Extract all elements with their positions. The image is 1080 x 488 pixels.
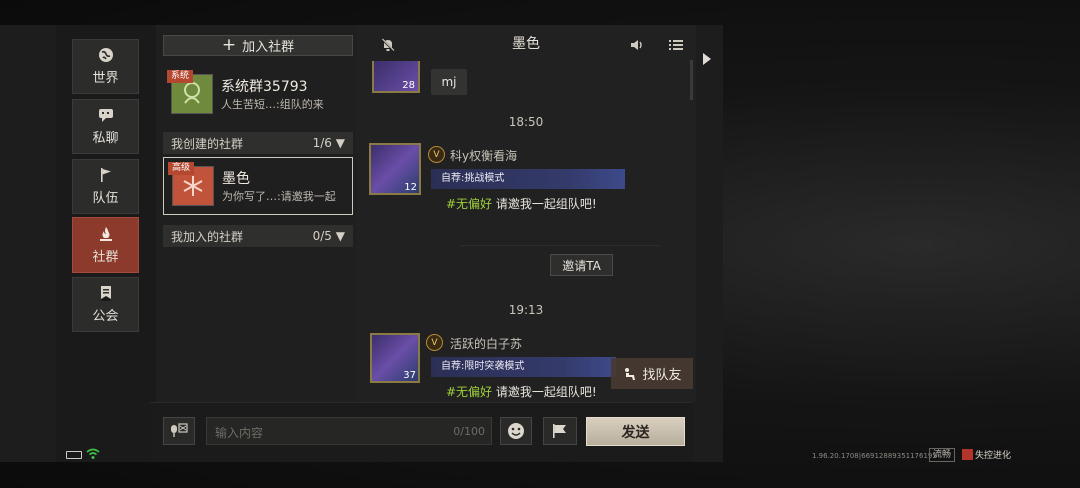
- sender-avatar[interactable]: 12: [369, 143, 421, 195]
- send-label: 发送: [621, 424, 650, 441]
- chat-icon: [98, 109, 113, 122]
- message-body: 请邀我一起组队吧!: [495, 385, 597, 399]
- sender-name[interactable]: 活跃的白子苏: [450, 335, 522, 352]
- mute-bell-button[interactable]: [378, 35, 398, 55]
- collapse-panel-button[interactable]: [700, 50, 714, 68]
- message-timestamp: 19:13: [508, 303, 544, 317]
- triangle-right-icon: [703, 53, 711, 65]
- sender-avatar[interactable]: 28: [372, 61, 420, 93]
- join-community-button[interactable]: + 加入社群: [163, 35, 353, 56]
- section-label: 我加入的社群: [171, 229, 244, 244]
- invite-button[interactable]: 邀请TA: [550, 254, 613, 276]
- member-list-button[interactable]: [666, 35, 686, 55]
- leaf-emblem-icon: [184, 82, 200, 104]
- send-button[interactable]: 发送: [586, 417, 685, 446]
- snowflake-icon: [183, 176, 203, 196]
- game-screen: 世界 私聊 队伍 社群 公会 + 加入社群 系统 系统群35793 人生苦短…:…: [0, 0, 1080, 488]
- fluency-badge: 流畅: [929, 448, 956, 462]
- message-input[interactable]: 输入内容 0/100: [206, 417, 492, 445]
- sender-name[interactable]: 科y权衡看海: [450, 147, 517, 164]
- divider: [460, 245, 660, 246]
- vip-badge-icon: V: [428, 146, 445, 163]
- triangle-down-icon: ▼: [335, 136, 345, 150]
- flag-share-icon: [553, 424, 566, 438]
- group-last-message: 为你写了…:请邀我一起: [222, 190, 336, 203]
- mode-recommendation-bar: 自荐:限时突袭模式: [431, 357, 616, 377]
- preference-hashtag[interactable]: #无偏好: [446, 197, 492, 211]
- nav-label: 队伍: [92, 191, 119, 206]
- mode-label: 自荐:挑战模式: [441, 173, 505, 184]
- nav-label: 世界: [92, 71, 119, 86]
- message-text: #无偏好 请邀我一起组队吧!: [446, 195, 597, 212]
- emoji-button[interactable]: [500, 417, 532, 445]
- flag-icon: [100, 168, 111, 182]
- preference-hashtag[interactable]: #无偏好: [446, 385, 492, 399]
- nav-tab-guild[interactable]: 公会: [72, 277, 139, 332]
- message-text: #无偏好 请邀我一起组队吧!: [446, 383, 597, 400]
- invite-label: 邀请TA: [562, 258, 601, 273]
- group-name: 系统群35793: [221, 79, 308, 95]
- voice-button[interactable]: [627, 35, 647, 55]
- input-placeholder: 输入内容: [215, 426, 264, 440]
- globe-icon: [98, 48, 113, 62]
- guild-banner-icon: [100, 286, 111, 301]
- nav-label: 公会: [92, 309, 119, 324]
- mode-label: 自荐:限时突袭模式: [441, 361, 525, 372]
- sender-avatar[interactable]: 37: [370, 333, 420, 383]
- nav-tab-team[interactable]: 队伍: [72, 159, 139, 214]
- seated-person-icon: [625, 367, 636, 380]
- version-string: 1.96.20.1708|66912889351176195: [812, 452, 937, 460]
- section-count: 1/6 ▼: [312, 136, 345, 150]
- nav-label: 私聊: [92, 131, 119, 146]
- vip-badge-icon: V: [426, 334, 443, 351]
- wifi-icon: [86, 448, 100, 459]
- find-teammate-button[interactable]: 找队友: [611, 358, 693, 389]
- group-item-system[interactable]: 系统 系统群35793 人生苦短…:组队的来: [163, 66, 353, 122]
- avatar-level: 12: [404, 182, 417, 193]
- section-label: 我创建的社群: [171, 136, 244, 151]
- share-button[interactable]: [543, 417, 577, 445]
- campfire-icon: [99, 226, 112, 241]
- nav-tab-private-chat[interactable]: 私聊: [72, 99, 139, 154]
- nav-tab-community[interactable]: 社群: [72, 217, 139, 273]
- message-body: 请邀我一起组队吧!: [495, 197, 597, 211]
- speaker-icon: [631, 40, 642, 50]
- bell-off-icon: [381, 38, 395, 52]
- voice-input-toggle-button[interactable]: [163, 417, 195, 445]
- joined-communities-header[interactable]: 我加入的社群 0/5 ▼: [163, 225, 353, 247]
- message-timestamp: 18:50: [508, 115, 544, 129]
- group-last-message: 人生苦短…:组队的来: [221, 98, 324, 111]
- triangle-down-icon: ▼: [335, 229, 345, 243]
- find-teammate-label: 找队友: [642, 368, 682, 383]
- group-name: 墨色: [222, 171, 250, 187]
- brand-mark-icon: [962, 449, 973, 460]
- avatar-level: 28: [402, 80, 415, 91]
- mode-recommendation-bar: 自荐:挑战模式: [431, 169, 625, 189]
- message-text: mj: [441, 75, 457, 89]
- nav-label: 社群: [92, 249, 119, 265]
- smiley-icon: [508, 423, 524, 439]
- created-communities-header[interactable]: 我创建的社群 1/6 ▼: [163, 132, 353, 154]
- list-icon: [669, 40, 683, 50]
- avatar-level: 37: [403, 370, 416, 381]
- message-bubble[interactable]: mj: [431, 69, 467, 95]
- mic-keyboard-icon: [171, 423, 188, 437]
- chat-scrollbar[interactable]: [690, 60, 693, 100]
- plus-icon: +: [221, 35, 237, 55]
- brand-name: 失控进化: [975, 451, 1012, 461]
- group-tag: 高级: [168, 162, 195, 175]
- section-count: 0/5 ▼: [312, 229, 345, 243]
- group-item-created[interactable]: 高级 墨色 为你写了…:请邀我一起: [163, 157, 353, 215]
- group-tag: 系统: [167, 70, 194, 83]
- join-community-label: 加入社群: [242, 40, 295, 55]
- nav-tab-world[interactable]: 世界: [72, 39, 139, 94]
- character-counter: 0/100: [453, 425, 485, 438]
- brand-logo: 失控进化: [962, 448, 1011, 461]
- battery-icon: [66, 451, 82, 459]
